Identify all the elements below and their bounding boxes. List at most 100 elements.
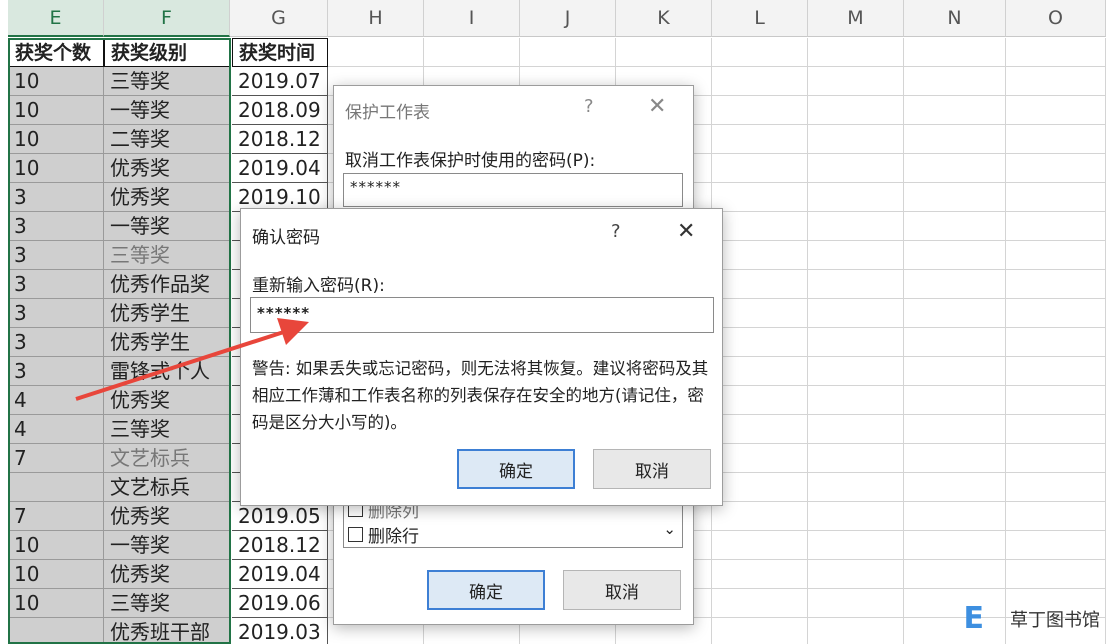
empty-cell[interactable] [808, 270, 904, 299]
reenter-password-input[interactable]: ****** [250, 297, 714, 333]
empty-cell[interactable] [904, 328, 1006, 357]
column-header-e[interactable]: E [8, 0, 104, 37]
empty-cell[interactable] [904, 531, 1006, 560]
empty-cell[interactable] [808, 560, 904, 589]
table-cell[interactable]: 优秀奖 [104, 502, 230, 531]
table-cell[interactable]: 三等奖 [104, 241, 230, 270]
table-cell[interactable]: 优秀作品奖 [104, 270, 230, 299]
empty-cell[interactable] [712, 241, 808, 270]
table-cell[interactable]: 优秀学生 [104, 299, 230, 328]
empty-cell[interactable] [712, 270, 808, 299]
empty-cell[interactable] [904, 270, 1006, 299]
table-cell[interactable] [8, 473, 104, 502]
confirm-cancel-button[interactable]: 取消 [593, 449, 711, 489]
empty-cell[interactable] [1006, 183, 1106, 212]
column-header-f[interactable]: F [104, 0, 230, 37]
empty-cell[interactable] [808, 154, 904, 183]
empty-cell[interactable] [1006, 357, 1106, 386]
table-cell[interactable]: 10 [8, 154, 104, 183]
empty-cell[interactable] [808, 415, 904, 444]
empty-cell[interactable] [904, 444, 1006, 473]
table-cell[interactable]: 3 [8, 241, 104, 270]
checkbox[interactable] [348, 527, 363, 542]
empty-cell[interactable] [1006, 125, 1106, 154]
table-cell[interactable]: 三等奖 [104, 589, 230, 618]
empty-cell[interactable] [1006, 38, 1106, 67]
empty-cell[interactable] [712, 386, 808, 415]
table-cell[interactable]: 一等奖 [104, 212, 230, 241]
empty-cell[interactable] [520, 38, 616, 67]
table-cell[interactable]: 文艺标兵 [104, 473, 230, 502]
empty-cell[interactable] [712, 183, 808, 212]
table-cell[interactable]: 2019.04 [232, 154, 328, 183]
empty-cell[interactable] [808, 67, 904, 96]
empty-cell[interactable] [904, 560, 1006, 589]
table-cell[interactable]: 4 [8, 386, 104, 415]
table-cell[interactable]: 三等奖 [104, 415, 230, 444]
empty-cell[interactable] [904, 299, 1006, 328]
confirm-ok-button[interactable]: 确定 [457, 449, 575, 489]
empty-cell[interactable] [1006, 241, 1106, 270]
table-cell[interactable]: 3 [8, 270, 104, 299]
column-header-h[interactable]: H [328, 0, 424, 37]
table-cell[interactable]: 7 [8, 502, 104, 531]
empty-cell[interactable] [904, 212, 1006, 241]
empty-cell[interactable] [808, 618, 904, 644]
empty-cell[interactable] [712, 38, 808, 67]
table-cell[interactable]: 2018.12 [232, 531, 328, 560]
empty-cell[interactable] [808, 125, 904, 154]
empty-cell[interactable] [808, 241, 904, 270]
empty-cell[interactable] [1006, 270, 1106, 299]
table-cell[interactable]: 2019.06 [232, 589, 328, 618]
table-cell[interactable]: 一等奖 [104, 96, 230, 125]
table-cell[interactable]: 3 [8, 357, 104, 386]
table-cell[interactable]: 2018.09 [232, 96, 328, 125]
empty-cell[interactable] [808, 38, 904, 67]
empty-cell[interactable] [808, 502, 904, 531]
column-header-l[interactable]: L [712, 0, 808, 37]
table-cell[interactable] [8, 618, 104, 644]
protect-cancel-button[interactable]: 取消 [563, 570, 681, 610]
empty-cell[interactable] [712, 67, 808, 96]
empty-cell[interactable] [904, 96, 1006, 125]
table-cell[interactable]: 优秀班干部 [104, 618, 230, 644]
table-cell[interactable]: 2018.12 [232, 125, 328, 154]
empty-cell[interactable] [808, 444, 904, 473]
empty-cell[interactable] [904, 154, 1006, 183]
empty-cell[interactable] [1006, 444, 1106, 473]
empty-cell[interactable] [1006, 67, 1106, 96]
confirm-help-button[interactable]: ? [611, 221, 621, 242]
empty-cell[interactable] [712, 560, 808, 589]
table-cell[interactable]: 文艺标兵 [104, 444, 230, 473]
empty-cell[interactable] [712, 357, 808, 386]
table-cell[interactable]: 二等奖 [104, 125, 230, 154]
protect-close-icon[interactable]: ✕ [648, 94, 666, 119]
empty-cell[interactable] [712, 299, 808, 328]
empty-cell[interactable] [328, 38, 424, 67]
empty-cell[interactable] [808, 386, 904, 415]
empty-cell[interactable] [1006, 560, 1106, 589]
empty-cell[interactable] [904, 183, 1006, 212]
empty-cell[interactable] [1006, 212, 1106, 241]
empty-cell[interactable] [904, 67, 1006, 96]
empty-cell[interactable] [1006, 328, 1106, 357]
empty-cell[interactable] [424, 38, 520, 67]
table-cell[interactable]: 优秀奖 [104, 560, 230, 589]
empty-cell[interactable] [808, 357, 904, 386]
table-cell[interactable]: 优秀奖 [104, 154, 230, 183]
empty-cell[interactable] [616, 38, 712, 67]
empty-cell[interactable] [808, 328, 904, 357]
empty-cell[interactable] [904, 415, 1006, 444]
table-cell[interactable]: 优秀奖 [104, 386, 230, 415]
empty-cell[interactable] [712, 96, 808, 125]
empty-cell[interactable] [1006, 386, 1106, 415]
table-cell[interactable]: 10 [8, 96, 104, 125]
table-cell[interactable]: 3 [8, 299, 104, 328]
empty-cell[interactable] [808, 531, 904, 560]
protect-password-input[interactable]: ****** [343, 173, 683, 207]
empty-cell[interactable] [808, 299, 904, 328]
empty-cell[interactable] [712, 531, 808, 560]
protect-ok-button[interactable]: 确定 [427, 570, 545, 610]
table-cell[interactable]: 三等奖 [104, 67, 230, 96]
empty-cell[interactable] [808, 183, 904, 212]
